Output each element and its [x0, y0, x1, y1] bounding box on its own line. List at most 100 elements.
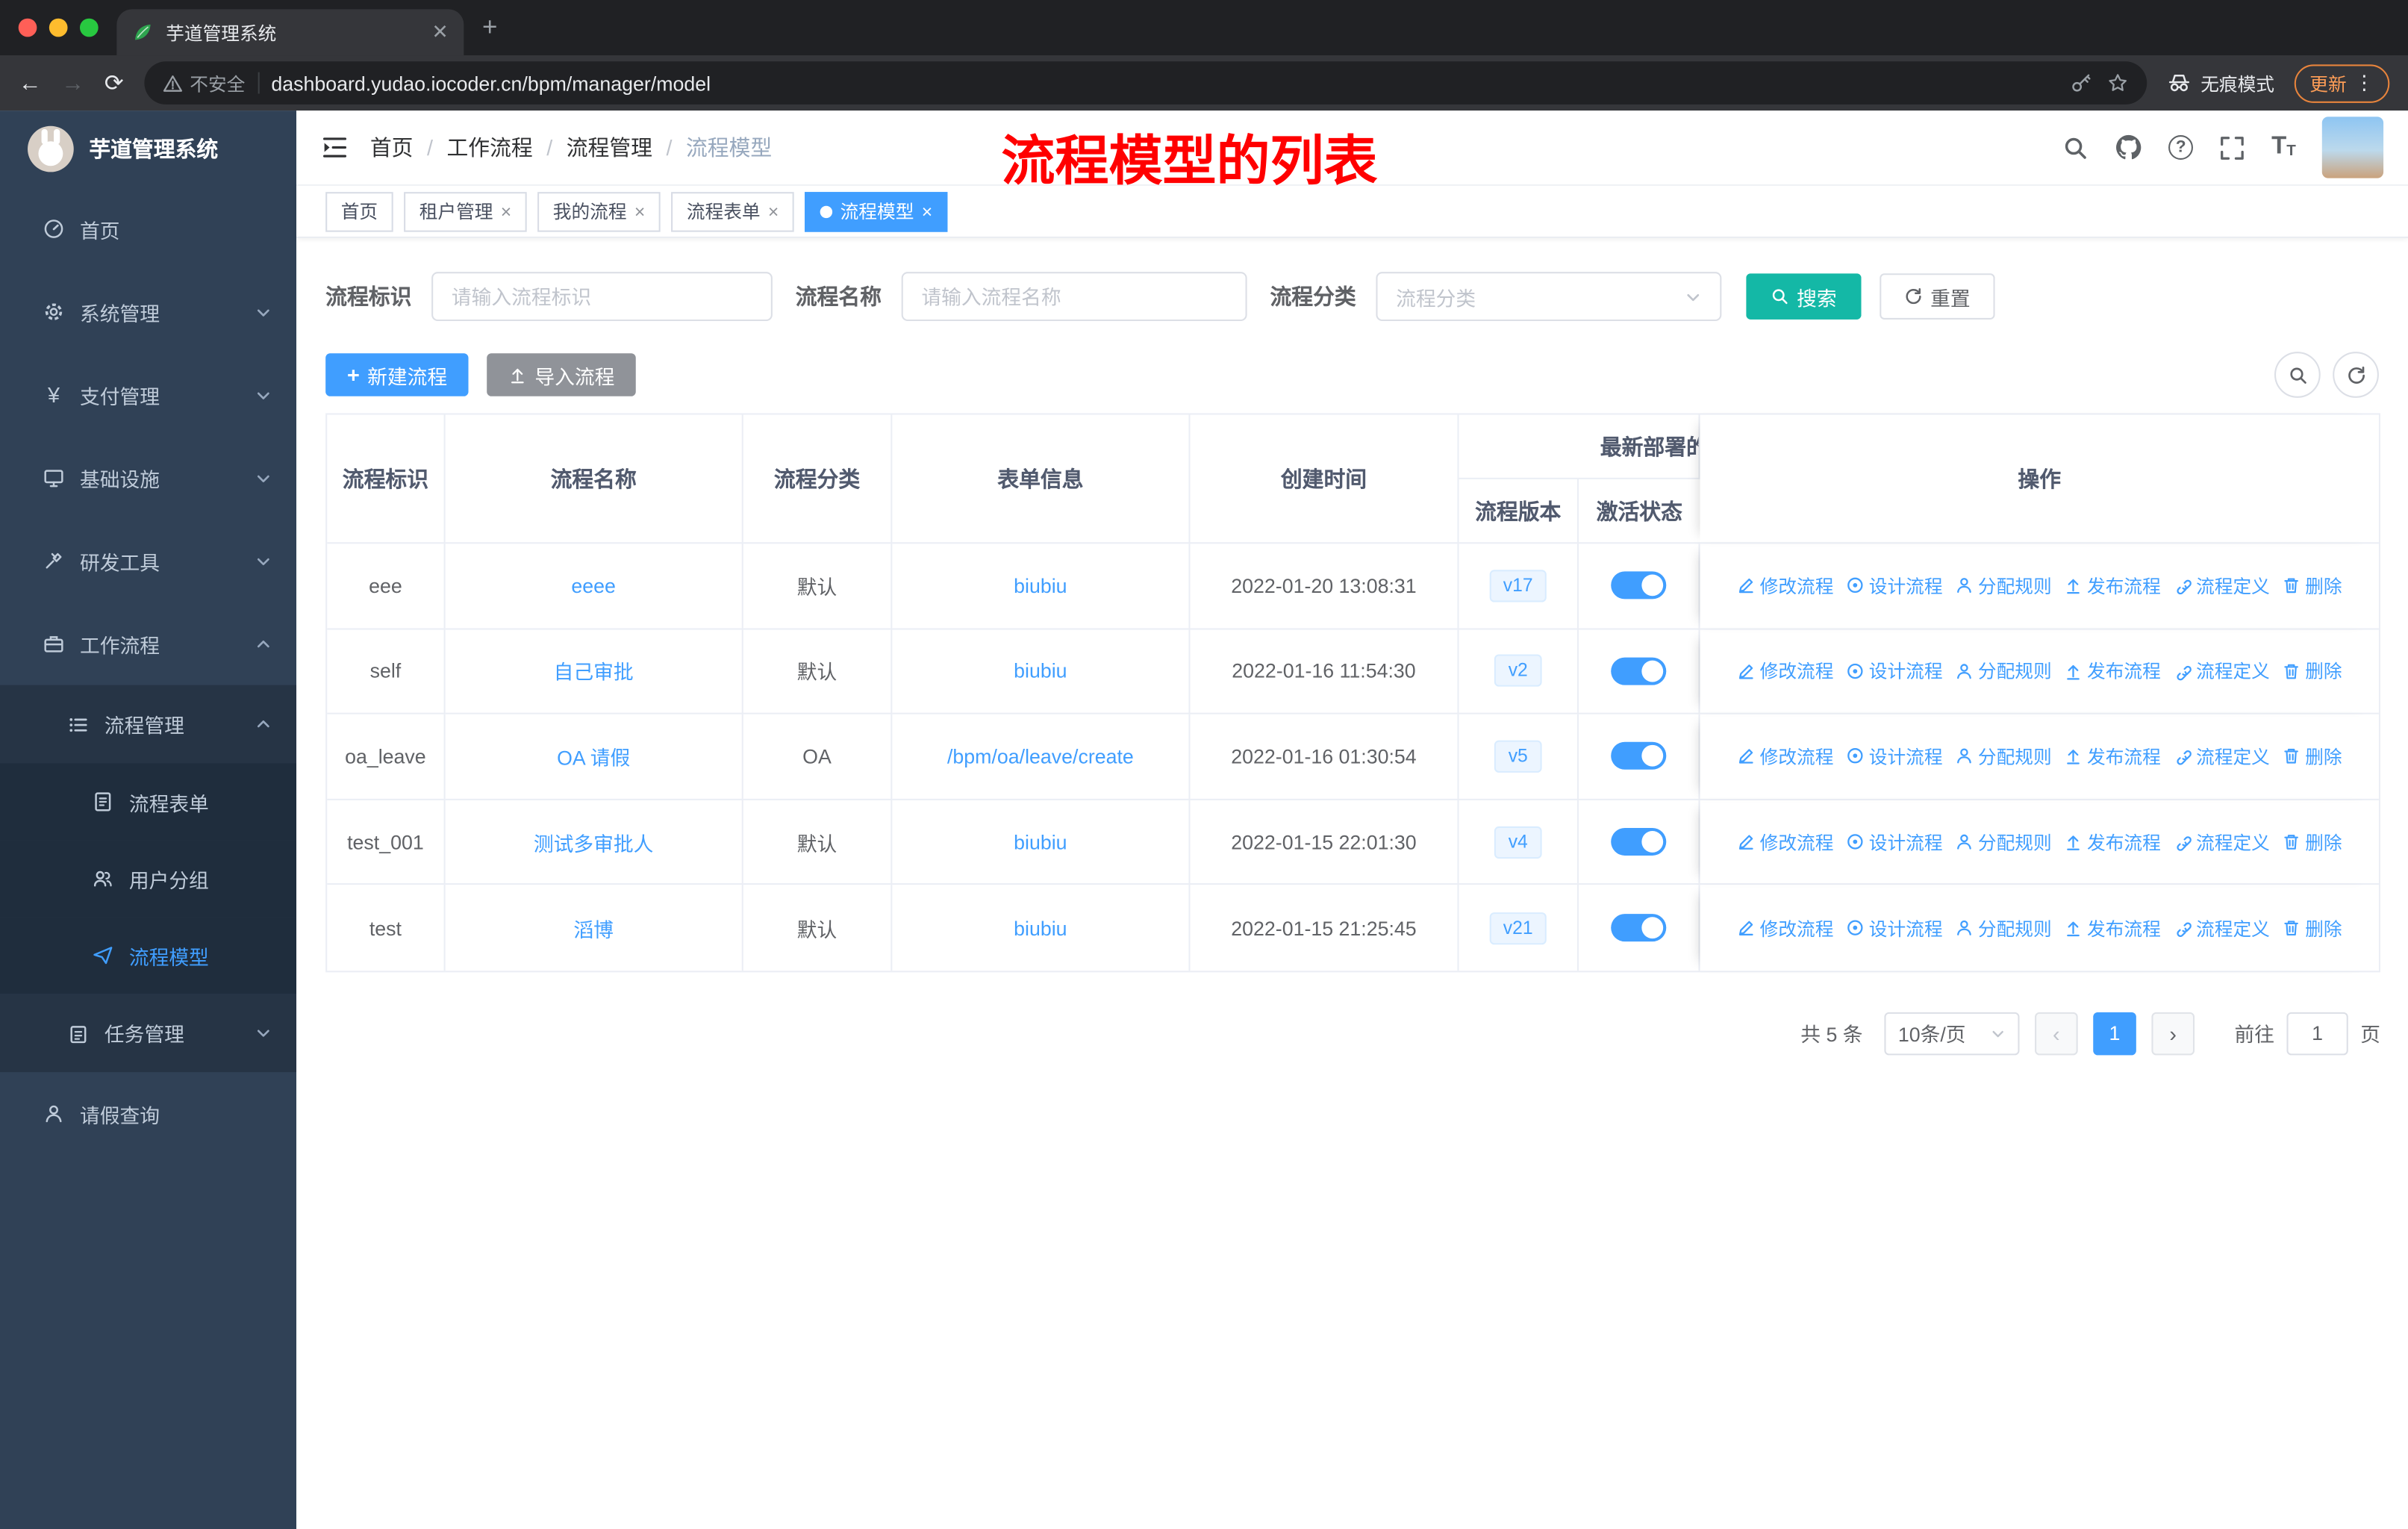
sidebar-item-devtools[interactable]: 研发工具	[0, 519, 296, 602]
sidebar-item-home[interactable]: 首页	[0, 187, 296, 270]
form-info-link[interactable]: biubiu	[1014, 574, 1067, 597]
process-name-link[interactable]: 测试多审批人	[534, 827, 654, 856]
breadcrumb-workflow[interactable]: 工作流程	[446, 132, 532, 163]
form-info-link[interactable]: biubiu	[1014, 659, 1067, 682]
sidebar-item-process-form[interactable]: 流程表单	[0, 763, 297, 841]
row-action-link[interactable]: 发布流程	[2064, 658, 2161, 684]
form-info-link[interactable]: /bpm/oa/leave/create	[947, 745, 1134, 768]
back-icon[interactable]: ←	[19, 72, 42, 95]
chrome-update-button[interactable]: 更新 ⋮	[2294, 63, 2390, 102]
process-name-link[interactable]: OA 请假	[557, 742, 630, 771]
tag-tenant[interactable]: 租户管理 ×	[404, 191, 527, 231]
form-info-link[interactable]: biubiu	[1014, 917, 1067, 940]
page-size-select[interactable]: 10条/页	[1884, 1012, 2020, 1056]
github-icon[interactable]	[2115, 134, 2142, 161]
create-process-button[interactable]: + 新建流程	[325, 353, 469, 396]
row-action-link[interactable]: 流程定义	[2173, 915, 2270, 941]
row-action-link[interactable]: 发布流程	[2064, 915, 2161, 941]
row-action-link[interactable]: 设计流程	[1846, 829, 1943, 855]
tag-my-process[interactable]: 我的流程 ×	[537, 191, 661, 231]
minimize-window-button[interactable]	[49, 18, 68, 37]
row-action-link[interactable]: 修改流程	[1737, 915, 1833, 941]
row-action-link[interactable]: 分配规则	[1955, 915, 2052, 941]
row-action-link[interactable]: 发布流程	[2064, 744, 2161, 770]
row-action-link[interactable]: 删除	[2282, 915, 2342, 941]
row-action-link[interactable]: 设计流程	[1846, 744, 1943, 770]
goto-page-input[interactable]	[2286, 1012, 2348, 1056]
row-action-link[interactable]: 流程定义	[2173, 658, 2270, 684]
tag-process-model[interactable]: 流程模型 ×	[805, 191, 948, 231]
active-toggle[interactable]	[1611, 742, 1667, 770]
url-text[interactable]: dashboard.yudao.iocoder.cn/bpm/manager/m…	[271, 72, 2058, 95]
zoom-window-button[interactable]	[79, 18, 99, 37]
process-name-input[interactable]	[901, 272, 1247, 321]
active-toggle[interactable]	[1611, 914, 1667, 942]
row-action-link[interactable]: 删除	[2282, 658, 2342, 684]
fullscreen-icon[interactable]	[2219, 134, 2245, 161]
browser-tab[interactable]: 芋道管理系统 ✕	[116, 9, 464, 56]
bookmark-star-icon[interactable]	[2107, 72, 2129, 94]
tag-home[interactable]: 首页	[325, 191, 393, 231]
reset-button[interactable]: 重置	[1880, 273, 1995, 320]
close-icon[interactable]: ×	[768, 200, 779, 222]
row-action-link[interactable]: 修改流程	[1737, 573, 1833, 599]
search-icon[interactable]	[2062, 134, 2089, 161]
process-name-link[interactable]: 滔博	[573, 913, 614, 942]
next-page-button[interactable]: ›	[2151, 1012, 2195, 1056]
sidebar-item-leave-query[interactable]: 请假查询	[0, 1072, 296, 1155]
refresh-table-button[interactable]	[2333, 352, 2379, 398]
password-key-icon[interactable]	[2070, 72, 2092, 94]
process-name-link[interactable]: 自己审批	[554, 656, 634, 685]
prev-page-button[interactable]: ‹	[2034, 1012, 2078, 1056]
browser-menu-icon[interactable]: ⋮	[2354, 71, 2374, 96]
process-category-select[interactable]: 流程分类	[1376, 272, 1722, 321]
row-action-link[interactable]: 修改流程	[1737, 744, 1833, 770]
row-action-link[interactable]: 修改流程	[1737, 658, 1833, 684]
row-action-link[interactable]: 分配规则	[1955, 829, 2052, 855]
sidebar-item-system[interactable]: 系统管理	[0, 270, 296, 353]
sidebar-item-workflow[interactable]: 工作流程	[0, 602, 296, 685]
row-action-link[interactable]: 删除	[2282, 573, 2342, 599]
sidebar-item-payment[interactable]: ¥ 支付管理	[0, 353, 296, 436]
row-action-link[interactable]: 流程定义	[2173, 744, 2270, 770]
tab-close-icon[interactable]: ✕	[431, 20, 448, 45]
sidebar-item-process-model[interactable]: 流程模型	[0, 917, 297, 994]
row-action-link[interactable]: 流程定义	[2173, 829, 2270, 855]
form-info-link[interactable]: biubiu	[1014, 830, 1067, 853]
close-icon[interactable]: ×	[501, 200, 511, 222]
row-action-link[interactable]: 发布流程	[2064, 829, 2161, 855]
help-icon[interactable]: ?	[2168, 135, 2194, 160]
search-button[interactable]: 搜索	[1746, 273, 1862, 320]
row-action-link[interactable]: 设计流程	[1846, 573, 1943, 599]
sidebar-item-process-mgmt[interactable]: 流程管理	[0, 685, 297, 764]
address-bar[interactable]: 不安全 dashboard.yudao.iocoder.cn/bpm/manag…	[143, 61, 2147, 105]
sidebar-fold-icon[interactable]	[321, 134, 349, 161]
row-action-link[interactable]: 流程定义	[2173, 573, 2270, 599]
new-tab-button[interactable]: +	[482, 12, 497, 43]
close-icon[interactable]: ×	[634, 200, 645, 222]
sidebar-item-task-mgmt[interactable]: 任务管理	[0, 994, 297, 1073]
active-toggle[interactable]	[1611, 657, 1667, 685]
active-toggle[interactable]	[1611, 828, 1667, 856]
process-key-input[interactable]	[431, 272, 773, 321]
row-action-link[interactable]: 设计流程	[1846, 658, 1943, 684]
sidebar-item-infrastructure[interactable]: 基础设施	[0, 436, 296, 519]
row-action-link[interactable]: 分配规则	[1955, 573, 2052, 599]
row-action-link[interactable]: 分配规则	[1955, 744, 2052, 770]
row-action-link[interactable]: 分配规则	[1955, 658, 2052, 684]
breadcrumb-home[interactable]: 首页	[370, 132, 414, 163]
app-logo[interactable]: 芋道管理系统	[0, 110, 296, 187]
toggle-search-button[interactable]	[2274, 352, 2321, 398]
user-avatar[interactable]	[2321, 116, 2384, 178]
row-action-link[interactable]: 设计流程	[1846, 915, 1943, 941]
active-toggle[interactable]	[1611, 571, 1667, 600]
font-size-icon[interactable]: TT	[2271, 134, 2296, 160]
row-action-link[interactable]: 发布流程	[2064, 573, 2161, 599]
row-action-link[interactable]: 修改流程	[1737, 829, 1833, 855]
sidebar-item-user-group[interactable]: 用户分组	[0, 840, 297, 918]
tag-process-form[interactable]: 流程表单 ×	[671, 191, 794, 231]
row-action-link[interactable]: 删除	[2282, 829, 2342, 855]
page-1-button[interactable]: 1	[2093, 1012, 2136, 1056]
close-icon[interactable]: ×	[922, 200, 932, 222]
security-status[interactable]: 不安全	[162, 70, 245, 96]
